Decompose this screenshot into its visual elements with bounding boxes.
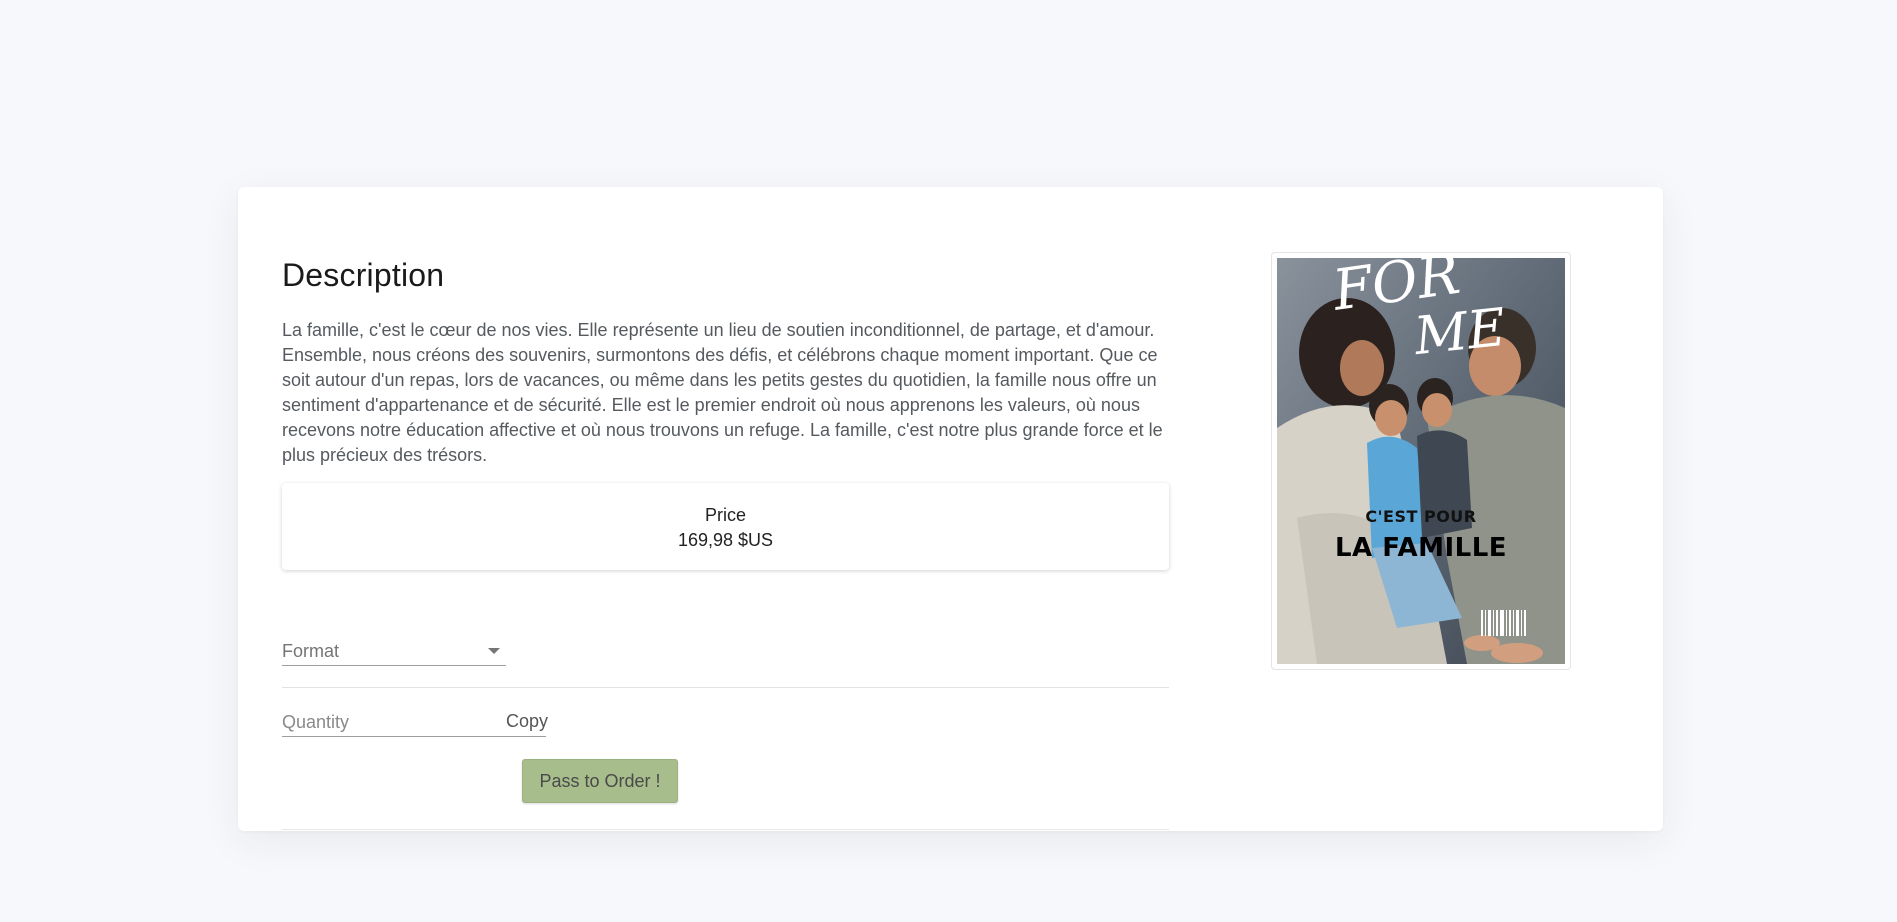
quantity-unit-label: Copy <box>506 710 548 737</box>
chevron-down-icon <box>488 648 500 654</box>
bottom-divider <box>282 829 1169 830</box>
description-title: Description <box>282 257 445 293</box>
magazine-cover-image: FOR ME C'EST POUR LA FAMILLE <box>1277 258 1565 664</box>
divider <box>282 687 1169 688</box>
svg-text:ME: ME <box>1411 298 1509 358</box>
quantity-input[interactable] <box>282 710 506 735</box>
cover-subtitle: C'EST POUR <box>1365 507 1477 526</box>
product-card: Description La famille, c'est le cœur de… <box>238 187 1663 831</box>
pass-to-order-button[interactable]: Pass to Order ! <box>522 759 678 803</box>
description-text: La famille, c'est le cœur de nos vies. E… <box>282 320 1163 465</box>
cover-title: LA FAMILLE <box>1334 533 1508 563</box>
format-label: Format <box>282 641 340 661</box>
quantity-field[interactable] <box>282 710 506 737</box>
product-image-frame: FOR ME C'EST POUR LA FAMILLE <box>1271 252 1571 670</box>
price-value: 169,98 $US <box>677 530 774 550</box>
format-select[interactable]: Format <box>282 638 506 666</box>
script-title-graphic: FOR ME <box>1328 258 1509 358</box>
price-box: Price 169,98 $US <box>282 483 1169 570</box>
price-label: Price <box>704 505 746 525</box>
